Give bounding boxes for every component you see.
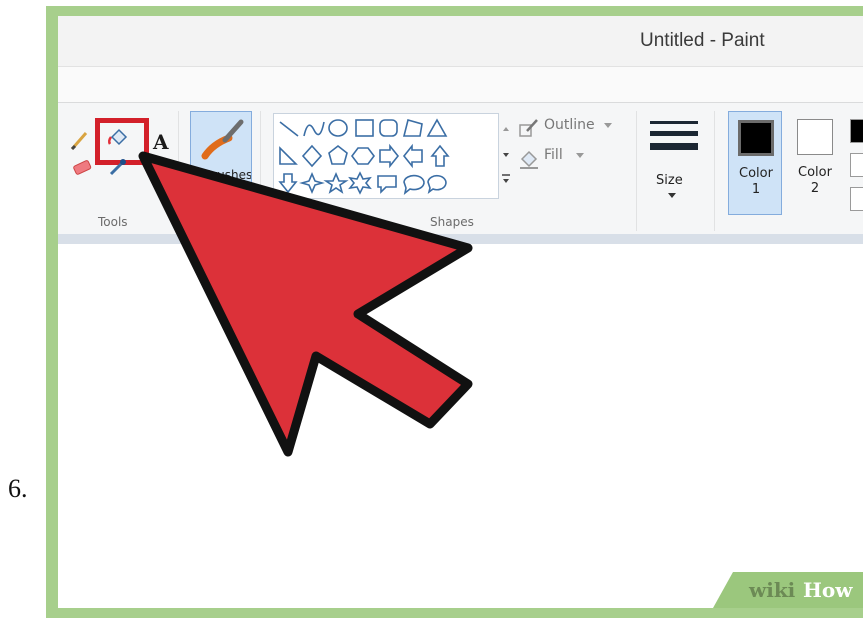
group-separator: [178, 111, 179, 231]
outline-icon: [519, 119, 538, 137]
text-icon[interactable]: A: [150, 129, 174, 153]
paint-window: Untitled - Paint A Tools Brushes Outline…: [58, 16, 863, 608]
pencil-icon[interactable]: [68, 129, 92, 153]
size-dropdown-icon: [668, 193, 676, 198]
brush-icon: [201, 119, 244, 160]
brushes-button[interactable]: Brushes: [190, 111, 252, 187]
hexagon-shape-icon: [351, 147, 375, 165]
rectangle-shape-icon: [355, 119, 374, 137]
shapes-gallery-scroll[interactable]: [499, 113, 513, 199]
color-1-label: Color: [739, 166, 773, 181]
color-1-button[interactable]: Color 1: [728, 111, 782, 215]
svg-text:A: A: [152, 130, 169, 153]
right-arrow-shape-icon: [379, 143, 400, 169]
watermark-how-text: How: [803, 578, 853, 602]
ribbon-tab-strip: [58, 66, 863, 103]
palette-swatch-black[interactable]: [850, 119, 863, 143]
oval-callout-shape-icon: [403, 174, 425, 195]
eraser-icon[interactable]: [70, 155, 94, 179]
rectangle-callout-shape-icon: [377, 175, 397, 194]
fill-icon: [520, 150, 538, 169]
six-point-star-shape-icon: [348, 171, 372, 195]
right-triangle-shape-icon: [279, 146, 298, 165]
palette-swatch-white[interactable]: [850, 153, 863, 177]
up-arrow-shape-icon: [430, 144, 450, 167]
size-button[interactable]: Size: [638, 111, 708, 221]
rounded-rectangle-shape-icon: [379, 119, 398, 137]
title-bar: Untitled - Paint: [58, 16, 863, 66]
watermark: wiki How: [713, 572, 863, 608]
canvas-border: [58, 234, 863, 244]
color-1-number: 1: [751, 182, 761, 197]
four-point-star-shape-icon: [299, 171, 325, 195]
fill-dropdown-icon[interactable]: [576, 153, 584, 159]
shapes-group-label: Shapes: [430, 215, 474, 229]
shape-options: Outline Fill: [518, 115, 638, 195]
fill-button[interactable]: Fill: [544, 147, 563, 163]
left-arrow-shape-icon: [402, 143, 423, 169]
shapes-gallery-icons: [278, 118, 450, 195]
tools-group-label: Tools: [98, 215, 128, 229]
shapes-gallery[interactable]: [273, 113, 499, 199]
curve-shape-icon: [303, 121, 325, 137]
oval-shape-icon: [328, 119, 348, 137]
down-arrow-shape-icon: [278, 173, 298, 194]
color-2-number: 2: [810, 181, 820, 196]
gallery-scroll-arrows: [502, 127, 510, 183]
color-2-swatch: [797, 119, 833, 155]
triangle-shape-icon: [426, 118, 448, 137]
line-shape-icon: [279, 121, 299, 137]
line-size-icon: [650, 121, 698, 150]
color-2-button[interactable]: Color 2: [788, 111, 842, 215]
drawing-canvas[interactable]: [58, 244, 863, 608]
group-separator: [714, 111, 715, 231]
outline-dropdown-icon[interactable]: [604, 123, 612, 129]
watermark-wiki-text: wiki: [749, 578, 796, 602]
group-separator: [260, 111, 261, 231]
ribbon: A Tools Brushes Outline Fill Shapes Size…: [58, 102, 863, 236]
group-separator: [636, 111, 637, 231]
five-point-star-shape-icon: [323, 171, 349, 194]
palette-swatch-empty[interactable]: [850, 187, 863, 211]
pentagon-shape-icon: [328, 144, 348, 165]
outline-button[interactable]: Outline: [544, 117, 595, 133]
cloud-callout-shape-icon: [427, 174, 447, 194]
polygon-shape-icon: [402, 119, 423, 137]
screenshot-frame: Untitled - Paint A Tools Brushes Outline…: [46, 6, 863, 618]
diamond-shape-icon: [301, 144, 323, 168]
step-number: 6.: [8, 474, 28, 503]
color-picker-icon[interactable]: [106, 155, 130, 179]
color-1-swatch: [738, 120, 774, 156]
brushes-label: Brushes: [204, 168, 252, 182]
size-label: Size: [656, 173, 683, 188]
color-2-label: Color: [798, 165, 832, 180]
window-title: Untitled - Paint: [640, 30, 765, 51]
